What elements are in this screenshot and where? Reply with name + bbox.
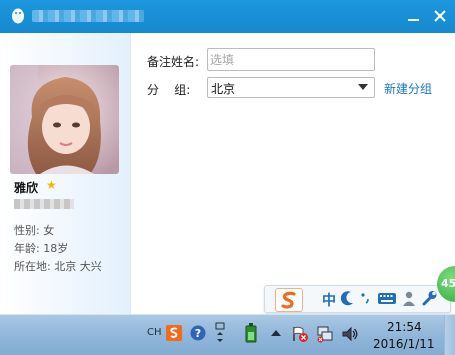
new-group-link[interactable]: 新建分组 — [384, 80, 432, 97]
clock-date[interactable]: 2016/1/11 — [373, 337, 435, 351]
close-button[interactable] — [430, 6, 450, 26]
clock-time[interactable]: 21:54 — [387, 320, 422, 334]
taskbar: CH ? 21:54 2016/1/11 — [0, 314, 455, 355]
group-select[interactable]: 北京 — [207, 77, 375, 98]
dropdown-arrow-icon — [358, 84, 368, 90]
minimize-button[interactable] — [404, 6, 424, 26]
user-icon[interactable] — [403, 289, 415, 307]
avatar[interactable] — [10, 65, 119, 174]
wrench-icon[interactable] — [421, 289, 437, 307]
window-title-blurred — [32, 10, 144, 22]
volume-icon[interactable] — [341, 325, 359, 343]
show-hidden-icons-arrow[interactable] — [270, 328, 282, 338]
qq-penguin-icon — [12, 8, 24, 24]
location-info: 所在地: 北京 大兴 — [14, 260, 102, 273]
badge-count: 45 — [441, 277, 455, 290]
close-icon — [434, 10, 446, 22]
contact-name: 雅欣 — [14, 181, 39, 195]
profile-panel: 雅欣 ★ 性别: 女 年龄: 18岁 所在地: 北京 大兴 — [0, 33, 131, 314]
network-icon[interactable] — [316, 325, 334, 343]
gender-info: 性别: 女 — [14, 224, 55, 237]
chinese-mode-toggle[interactable]: 中 — [322, 290, 336, 310]
sogou-logo-icon[interactable] — [275, 288, 303, 312]
group-select-value: 北京 — [211, 82, 236, 96]
settings-arrows-icon[interactable] — [214, 321, 226, 347]
remark-name-label: 备注姓名: — [147, 55, 200, 69]
title-bar — [0, 0, 455, 33]
punctuation-icon[interactable] — [359, 289, 373, 307]
svg-text:?: ? — [195, 327, 201, 340]
star-icon: ★ — [46, 178, 57, 192]
account-number-blurred — [14, 199, 74, 209]
half-width-moon-icon[interactable] — [341, 289, 355, 307]
battery-icon[interactable] — [245, 323, 257, 343]
show-desktop-button[interactable] — [444, 315, 455, 355]
sogou-tray-icon[interactable] — [166, 325, 182, 341]
avatar-photo — [10, 65, 119, 174]
group-label: 分 组: — [147, 83, 191, 97]
remark-name-input[interactable] — [207, 48, 375, 71]
language-indicator[interactable]: CH — [147, 327, 162, 338]
age-info: 年龄: 18岁 — [14, 242, 69, 255]
ime-toolbar: 中 — [264, 285, 451, 313]
keyboard-icon[interactable] — [377, 291, 397, 306]
help-icon[interactable]: ? — [190, 325, 206, 341]
action-center-flag-icon[interactable] — [291, 325, 309, 343]
minimize-icon — [408, 19, 419, 21]
